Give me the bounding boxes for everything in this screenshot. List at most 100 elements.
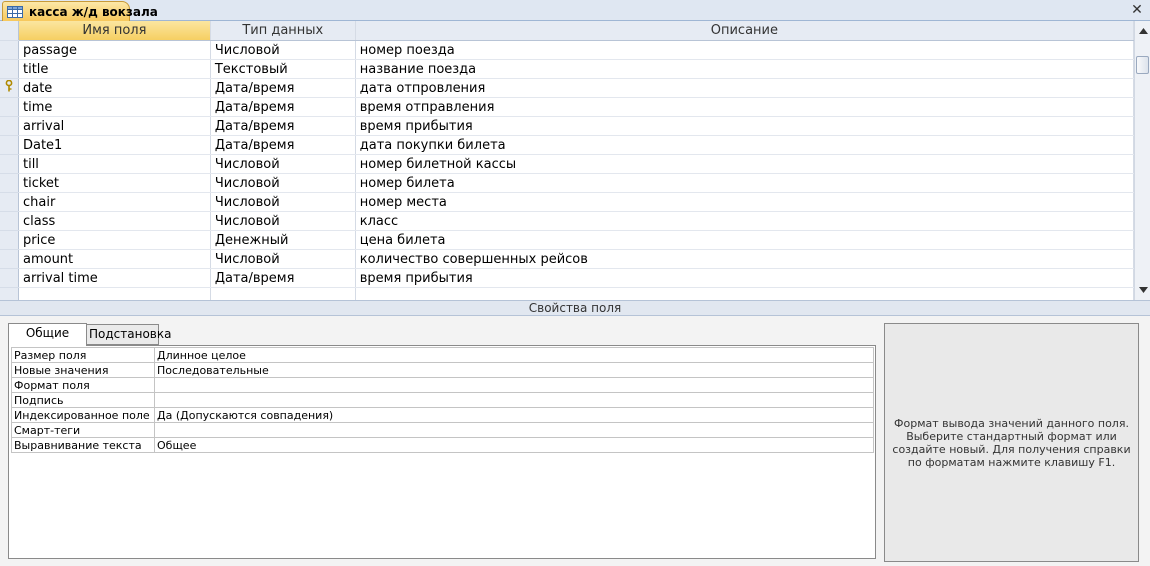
field-name-cell[interactable]: chair <box>18 192 211 212</box>
column-header-field-name[interactable]: Имя поля <box>18 21 211 41</box>
field-row[interactable]: till Числовой номер билетной кассы <box>0 154 1134 174</box>
property-row[interactable]: Подпись <box>11 392 874 408</box>
document-tab[interactable]: касса ж/д вокзала <box>2 1 158 21</box>
column-header-data-type[interactable]: Тип данных <box>210 21 356 41</box>
description-cell[interactable]: номер билетной кассы <box>355 154 1134 174</box>
description-cell[interactable]: название поезда <box>355 59 1134 79</box>
field-name-cell[interactable]: Date1 <box>18 135 211 155</box>
field-row[interactable]: ticket Числовой номер билета <box>0 173 1134 193</box>
description-cell[interactable]: дата отпровления <box>355 78 1134 98</box>
data-type-cell[interactable]: Числовой <box>210 173 356 193</box>
field-row[interactable]: price Денежный цена билета <box>0 230 1134 250</box>
property-value[interactable] <box>154 377 874 393</box>
field-row[interactable]: passage Числовой номер поезда <box>0 40 1134 60</box>
description-cell[interactable]: дата покупки билета <box>355 135 1134 155</box>
row-selector[interactable] <box>0 78 19 98</box>
data-type-cell[interactable]: Текстовый <box>210 59 356 79</box>
field-name-cell[interactable]: passage <box>18 40 211 60</box>
field-name-cell[interactable]: title <box>18 59 211 79</box>
field-name-cell[interactable]: till <box>18 154 211 174</box>
scroll-down-icon[interactable] <box>1136 282 1150 298</box>
description-cell[interactable]: время отправления <box>355 97 1134 117</box>
data-type-cell[interactable]: Дата/время <box>210 135 356 155</box>
description-cell[interactable]: количество совершенных рейсов <box>355 249 1134 269</box>
tab-lookup[interactable]: Подстановка <box>86 324 171 345</box>
data-type-cell[interactable]: Денежный <box>210 230 356 250</box>
row-selector[interactable] <box>0 192 19 212</box>
description-cell[interactable]: номер поезда <box>355 40 1134 60</box>
data-type-cell[interactable]: Числовой <box>210 192 356 212</box>
scroll-up-icon[interactable] <box>1136 23 1150 39</box>
field-name-cell[interactable]: class <box>18 211 211 231</box>
select-all-corner[interactable] <box>0 21 19 41</box>
data-type-cell[interactable]: Дата/время <box>210 268 356 288</box>
row-selector[interactable] <box>0 116 19 136</box>
document-tab-label: касса ж/д вокзала <box>29 4 158 19</box>
field-name-cell[interactable]: arrival <box>18 116 211 136</box>
row-selector[interactable] <box>0 97 19 117</box>
property-row[interactable]: Выравнивание текста Общее <box>11 437 874 453</box>
property-row[interactable]: Смарт-теги <box>11 422 874 438</box>
field-row[interactable] <box>0 287 1134 300</box>
data-type-cell[interactable]: Числовой <box>210 154 356 174</box>
property-row[interactable]: Новые значения Последовательные <box>11 362 874 378</box>
field-row[interactable]: title Текстовый название поезда <box>0 59 1134 79</box>
description-cell[interactable]: время прибытия <box>355 116 1134 136</box>
close-icon[interactable]: ✕ <box>1130 2 1144 18</box>
field-name-cell[interactable]: arrival time <box>18 268 211 288</box>
description-cell[interactable] <box>355 287 1134 300</box>
field-name-cell[interactable]: time <box>18 97 211 117</box>
property-value[interactable]: Длинное целое <box>154 347 874 363</box>
field-row[interactable]: date Дата/время дата отпровления <box>0 78 1134 98</box>
property-value[interactable]: Последовательные <box>154 362 874 378</box>
row-selector[interactable] <box>0 249 19 269</box>
column-header-description[interactable]: Описание <box>355 21 1134 41</box>
field-name-cell[interactable]: amount <box>18 249 211 269</box>
scrollbar-thumb[interactable] <box>1136 56 1149 74</box>
property-label: Новые значения <box>11 362 155 378</box>
row-selector[interactable] <box>0 154 19 174</box>
row-selector[interactable] <box>0 135 19 155</box>
field-properties-panel: Общие Подстановка Размер поля Длинное цел… <box>0 316 1150 566</box>
description-cell[interactable]: время прибытия <box>355 268 1134 288</box>
property-value[interactable]: Да (Допускаются совпадения) <box>154 407 874 423</box>
data-type-cell[interactable]: Числовой <box>210 249 356 269</box>
row-selector[interactable] <box>0 230 19 250</box>
field-name-cell[interactable] <box>18 287 211 300</box>
description-cell[interactable]: номер билета <box>355 173 1134 193</box>
property-row[interactable]: Размер поля Длинное целое <box>11 347 874 363</box>
description-cell[interactable]: класс <box>355 211 1134 231</box>
row-selector[interactable] <box>0 211 19 231</box>
field-row[interactable]: amount Числовой количество совершенных рей… <box>0 249 1134 269</box>
property-value[interactable] <box>154 392 874 408</box>
description-cell[interactable]: номер места <box>355 192 1134 212</box>
field-row[interactable]: time Дата/время время отправления <box>0 97 1134 117</box>
row-selector[interactable] <box>0 268 19 288</box>
field-name-cell[interactable]: price <box>18 230 211 250</box>
row-selector[interactable] <box>0 287 19 300</box>
row-selector[interactable] <box>0 59 19 79</box>
field-name-cell[interactable]: date <box>18 78 211 98</box>
field-row[interactable]: arrival time Дата/время время прибытия <box>0 268 1134 288</box>
property-row[interactable]: Индексированное поле Да (Допускаются совп… <box>11 407 874 423</box>
data-type-cell[interactable]: Дата/время <box>210 78 356 98</box>
field-row[interactable]: chair Числовой номер места <box>0 192 1134 212</box>
tab-general[interactable]: Общие <box>8 323 87 346</box>
data-type-cell[interactable] <box>210 287 356 300</box>
description-cell[interactable]: цена билета <box>355 230 1134 250</box>
data-type-cell[interactable]: Числовой <box>210 211 356 231</box>
data-type-cell[interactable]: Числовой <box>210 40 356 60</box>
property-value[interactable]: Общее <box>154 437 874 453</box>
data-type-cell[interactable]: Дата/время <box>210 97 356 117</box>
property-label: Индексированное поле <box>11 407 155 423</box>
data-type-cell[interactable]: Дата/время <box>210 116 356 136</box>
property-row[interactable]: Формат поля <box>11 377 874 393</box>
field-row[interactable]: Date1 Дата/время дата покупки билета <box>0 135 1134 155</box>
property-value[interactable] <box>154 422 874 438</box>
field-row[interactable]: arrival Дата/время время прибытия <box>0 116 1134 136</box>
field-name-cell[interactable]: ticket <box>18 173 211 193</box>
vertical-scrollbar[interactable] <box>1134 21 1150 300</box>
row-selector[interactable] <box>0 40 19 60</box>
field-row[interactable]: class Числовой класс <box>0 211 1134 231</box>
row-selector[interactable] <box>0 173 19 193</box>
